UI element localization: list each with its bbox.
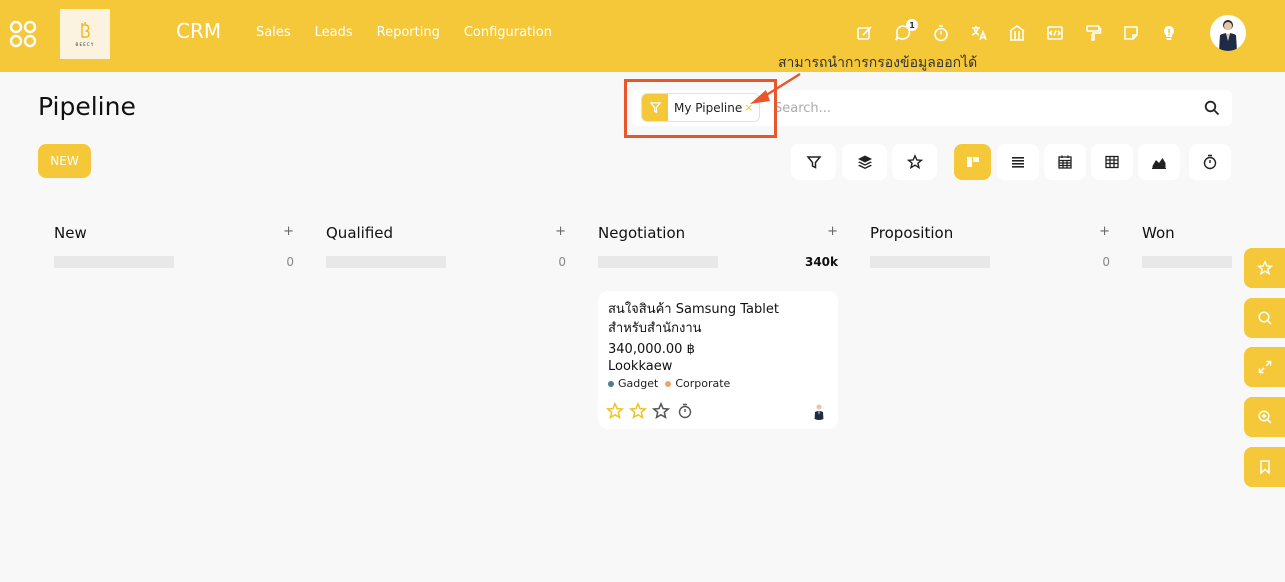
logo-text: BEECY [75, 42, 95, 47]
layers-icon [857, 155, 872, 169]
bee-logo-icon [81, 22, 90, 38]
table-icon [1105, 155, 1119, 169]
list-view-button[interactable] [997, 144, 1039, 180]
quick-create-button[interactable]: + [555, 224, 566, 239]
menu-sales[interactable]: Sales [256, 25, 291, 40]
main-menu: Sales Leads Reporting Configuration [256, 25, 576, 40]
calendar-view-button[interactable] [1044, 144, 1086, 180]
side-search-button[interactable] [1244, 298, 1285, 338]
code-icon[interactable] [1044, 22, 1066, 44]
column-progress-bar[interactable] [326, 256, 446, 268]
search-icon[interactable] [1204, 100, 1220, 116]
tag-dot [608, 380, 614, 387]
bookmark-icon [1259, 460, 1270, 475]
edit-icon[interactable] [854, 22, 876, 44]
kanban-view-button[interactable] [954, 144, 991, 180]
favorites-button[interactable] [892, 144, 937, 180]
calendar-icon [1058, 155, 1072, 169]
quick-create-button[interactable]: + [1099, 224, 1110, 239]
card-customer: Lookkaew [608, 359, 673, 374]
salesperson-avatar[interactable] [810, 402, 828, 420]
column-total: 0 [286, 255, 294, 269]
top-navbar: BEECY CRM Sales Leads Reporting Configur… [0, 0, 1285, 72]
column-total: 340k [804, 255, 838, 269]
menu-configuration[interactable]: Configuration [464, 25, 552, 40]
timer-icon[interactable] [930, 22, 952, 44]
expand-icon [1258, 360, 1271, 374]
menu-reporting[interactable]: Reporting [377, 25, 440, 40]
star-icon [906, 154, 923, 170]
activity-clock-icon[interactable] [677, 403, 693, 419]
filters-button[interactable] [791, 144, 836, 180]
tag-label: Gadget [618, 377, 659, 390]
card-tags: Gadget Corporate [608, 377, 828, 390]
side-favorite-button[interactable] [1244, 248, 1285, 288]
kanban-icon [966, 157, 979, 167]
app-brand[interactable]: CRM [176, 19, 221, 43]
card-footer [606, 402, 693, 420]
column-title: Qualified [326, 224, 394, 242]
pivot-view-button[interactable] [1091, 144, 1133, 180]
quick-create-button[interactable]: + [283, 224, 294, 239]
lightbulb-icon[interactable] [1158, 22, 1180, 44]
card-title: สนใจสินค้า Samsung Tablet สำหรับสำนักงาน [608, 302, 779, 336]
chat-icon[interactable]: 1 [892, 19, 918, 44]
opportunity-card[interactable]: สนใจสินค้า Samsung Tablet สำหรับสำนักงาน… [598, 291, 838, 429]
search-icon [1257, 311, 1272, 325]
systray: 1 [854, 19, 1196, 44]
quick-create-button[interactable]: + [827, 224, 838, 239]
tag-label: Corporate [675, 377, 731, 390]
tag: Corporate [665, 377, 730, 390]
column-total: 0 [558, 255, 566, 269]
tag: Gadget [608, 377, 658, 390]
annotation-text: สามารถนำการกรองข้อมูลออกได้ [778, 55, 978, 71]
zoom-in-icon [1257, 410, 1272, 424]
column-title: Proposition [870, 224, 954, 242]
company-logo[interactable]: BEECY [60, 9, 110, 59]
paint-roller-icon[interactable] [1082, 22, 1104, 44]
column-total: 0 [1102, 255, 1110, 269]
activity-view-button[interactable] [1189, 144, 1231, 180]
side-fullscreen-button[interactable] [1244, 347, 1285, 387]
priority-star-icon[interactable] [629, 402, 647, 420]
group-by-button[interactable] [842, 144, 887, 180]
priority-star-icon[interactable] [652, 402, 670, 420]
column-progress-bar[interactable] [1142, 256, 1232, 268]
sticky-note-icon[interactable] [1120, 22, 1142, 44]
column-title: Won [1142, 224, 1175, 242]
user-avatar[interactable] [1210, 15, 1246, 51]
column-progress-bar[interactable] [54, 256, 174, 268]
translate-icon[interactable] [968, 22, 990, 44]
page-title: Pipeline [38, 92, 136, 121]
new-button[interactable]: NEW [38, 144, 91, 178]
filter-icon [805, 156, 822, 169]
search-input[interactable] [774, 96, 1194, 120]
star-icon [1256, 260, 1273, 276]
area-chart-icon [1152, 158, 1166, 169]
bank-icon[interactable] [1006, 22, 1028, 44]
column-progress-bar[interactable] [598, 256, 718, 268]
side-bookmark-button[interactable] [1244, 447, 1285, 487]
chat-badge: 1 [906, 19, 918, 31]
column-title: Negotiation [598, 224, 686, 242]
tag-dot [665, 380, 672, 387]
apps-menu-icon[interactable] [8, 19, 38, 49]
side-zoom-button[interactable] [1244, 397, 1285, 437]
menu-leads[interactable]: Leads [315, 25, 353, 40]
column-progress-bar[interactable] [870, 256, 990, 268]
stopwatch-icon [1203, 154, 1217, 170]
graph-view-button[interactable] [1138, 144, 1180, 180]
annotation-arrow-icon [750, 72, 801, 104]
column-title: New [54, 224, 87, 242]
list-icon [1012, 157, 1024, 168]
card-amount: 340,000.00 ฿ [608, 342, 695, 357]
priority-star-icon[interactable] [606, 402, 624, 420]
